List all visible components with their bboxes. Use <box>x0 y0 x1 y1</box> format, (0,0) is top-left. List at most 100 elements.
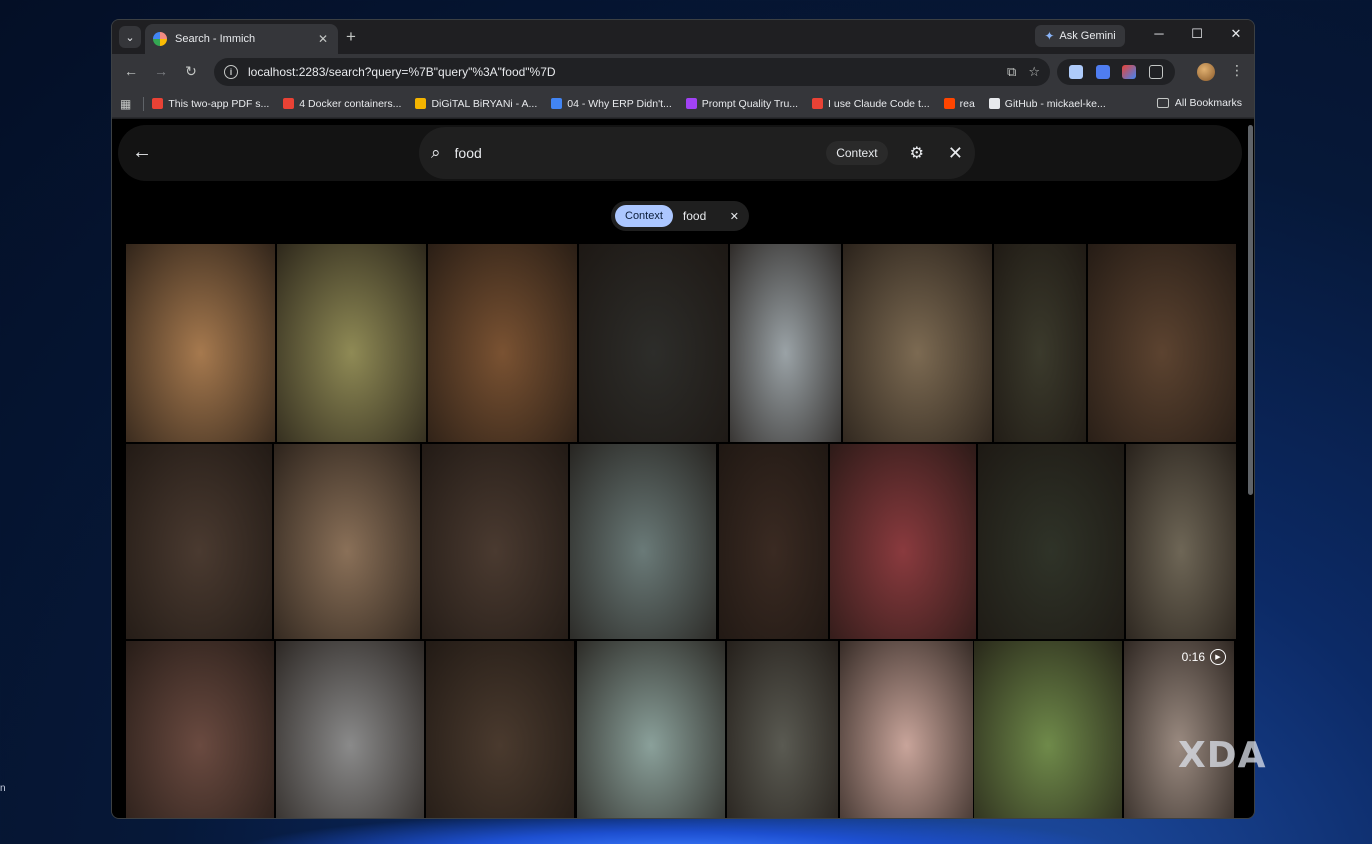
bookmark-favicon-icon <box>283 98 295 109</box>
photo-thumbnail[interactable] <box>978 444 1124 639</box>
site-info-icon[interactable]: i <box>224 65 238 79</box>
remove-filter-icon[interactable]: ✕ <box>730 210 739 223</box>
tab-strip: ⌄ Search - Immich ✕ + ✦ Ask Gemini ─ ☐ ✕ <box>112 20 1254 54</box>
install-app-icon[interactable]: ⧉ <box>1007 64 1016 80</box>
search-type-chip[interactable]: Context <box>826 141 888 165</box>
bookmark-item[interactable]: Prompt Quality Tru... <box>685 97 799 110</box>
photo-thumbnail[interactable] <box>428 244 577 442</box>
search-options-icon[interactable]: ⚙ <box>910 143 924 163</box>
window-close-icon[interactable]: ✕ <box>1226 26 1246 42</box>
bookmark-item[interactable]: DiGiTAL BiRYANi - A... <box>415 98 537 110</box>
filter-value: food <box>682 209 707 223</box>
bookmark-favicon-icon <box>551 98 563 109</box>
bookmark-label: DiGiTAL BiRYANi - A... <box>431 97 538 110</box>
photo-thumbnail[interactable] <box>577 641 725 818</box>
play-icon[interactable]: ▶ <box>1210 649 1226 665</box>
desktop-side-text: n <box>0 783 6 794</box>
photo-thumbnail[interactable] <box>730 244 841 442</box>
photo-thumbnail[interactable] <box>1088 244 1236 442</box>
bookmark-item[interactable]: GitHub - mickael-ke... <box>988 97 1106 110</box>
photo-thumbnail[interactable] <box>830 444 976 639</box>
photo-thumbnail[interactable] <box>843 244 992 442</box>
page-scrollbar[interactable] <box>1248 125 1253 495</box>
tab-close-icon[interactable]: ✕ <box>316 32 330 46</box>
photo-thumbnail[interactable] <box>277 244 426 442</box>
bookmark-favicon-icon <box>943 98 955 109</box>
bookmark-label: I use Claude Code t... <box>828 97 930 110</box>
search-app-bar: ← ⌕ Context ⚙ ✕ <box>118 125 1242 181</box>
minimize-icon[interactable]: ─ <box>1149 26 1169 41</box>
photo-thumbnail[interactable] <box>579 244 728 442</box>
back-icon[interactable]: ← <box>132 141 152 164</box>
bookmark-label: This two-app PDF s... <box>168 97 270 110</box>
photo-thumbnail[interactable] <box>422 444 568 639</box>
url-text[interactable]: localhost:2283/search?query=%7B"query"%3… <box>248 65 995 79</box>
clear-search-icon[interactable]: ✕ <box>948 143 963 164</box>
address-bar[interactable]: i localhost:2283/search?query=%7B"query"… <box>214 58 1050 86</box>
photo-thumbnail[interactable] <box>426 641 574 818</box>
bookmark-label: GitHub - mickael-ke... <box>1004 97 1106 110</box>
bookmark-item[interactable]: 4 Docker containers... <box>283 98 401 110</box>
folder-icon <box>1156 98 1169 108</box>
bookmark-label: 04 - Why ERP Didn't... <box>567 97 672 110</box>
ask-gemini-label: Ask Gemini <box>1059 30 1116 42</box>
ask-gemini-button[interactable]: ✦ Ask Gemini <box>1035 25 1125 47</box>
filter-type-label: Context <box>615 205 673 227</box>
bookmark-favicon-icon <box>415 98 427 109</box>
extension-shield-icon[interactable] <box>1095 65 1110 79</box>
bookmark-item[interactable]: 04 - Why ERP Didn't... <box>551 98 672 110</box>
bookmark-label: Prompt Quality Tru... <box>701 97 799 110</box>
active-filter-chip: Context food ✕ <box>611 201 749 231</box>
bookmark-favicon-icon <box>152 98 164 109</box>
photo-thumbnail[interactable] <box>1126 444 1236 639</box>
photo-thumbnail[interactable] <box>840 641 973 818</box>
photo-thumbnail[interactable] <box>727 641 838 818</box>
photo-thumbnail[interactable] <box>126 244 275 442</box>
extensions-area <box>1057 59 1175 85</box>
video-duration: 0:16 <box>1181 650 1205 664</box>
photo-thumbnail[interactable] <box>126 444 272 639</box>
browser-menu-icon[interactable]: ⋮ <box>1230 62 1244 79</box>
bookmark-item[interactable]: I use Claude Code t... <box>812 98 930 110</box>
photo-thumbnail[interactable] <box>719 444 828 639</box>
search-bar: ⌕ Context ⚙ ✕ <box>419 127 975 179</box>
photo-thumbnail[interactable]: 0:16 ▶ <box>1124 641 1234 818</box>
reload-icon[interactable]: ↻ <box>182 63 200 80</box>
browser-toolbar: ← → ↻ i localhost:2283/search?query=%7B"… <box>112 54 1254 90</box>
chevron-down-icon: ⌄ <box>125 31 135 44</box>
search-icon: ⌕ <box>431 143 441 162</box>
xda-watermark: XDA <box>1178 735 1267 776</box>
all-bookmarks-button[interactable]: All Bookmarks <box>1156 97 1242 109</box>
extensions-puzzle-icon[interactable] <box>1148 65 1163 79</box>
forward-arrow-icon[interactable]: → <box>152 63 170 79</box>
bookmark-label: 4 Docker containers... <box>299 97 402 110</box>
bookmark-favicon-icon <box>685 98 697 109</box>
browser-window: ⌄ Search - Immich ✕ + ✦ Ask Gemini ─ ☐ ✕… <box>111 19 1255 819</box>
immich-favicon-icon <box>153 32 167 46</box>
extension-cube-icon[interactable] <box>1122 65 1137 79</box>
bookmark-favicon-icon <box>988 98 1000 109</box>
bookmark-item[interactable]: This two-app PDF s... <box>152 98 269 110</box>
search-input[interactable] <box>454 145 827 161</box>
photo-thumbnail[interactable] <box>276 641 424 818</box>
profile-avatar[interactable] <box>1197 63 1215 81</box>
bookmark-label: rea <box>959 97 975 110</box>
bookmark-item[interactable]: rea <box>943 97 975 110</box>
maximize-icon[interactable]: ☐ <box>1187 26 1207 42</box>
bookmark-star-icon[interactable]: ☆ <box>1028 64 1040 80</box>
photo-thumbnail[interactable] <box>974 641 1122 818</box>
bookmark-favicon-icon <box>812 98 824 109</box>
back-arrow-icon[interactable]: ← <box>122 63 140 79</box>
tab-search-button[interactable]: ⌄ <box>119 26 141 48</box>
tab-immich-search[interactable]: Search - Immich ✕ <box>145 24 338 54</box>
photo-thumbnail[interactable] <box>274 444 420 639</box>
all-bookmarks-label: All Bookmarks <box>1174 97 1242 109</box>
bookmarks-bar: ▦ This two-app PDF s... 4 Docker containe… <box>112 90 1254 118</box>
photo-thumbnail[interactable] <box>126 641 274 818</box>
photo-thumbnail[interactable] <box>994 244 1086 442</box>
bookmarks-divider <box>143 96 145 111</box>
new-tab-button[interactable]: + <box>346 27 356 47</box>
apps-grid-icon[interactable]: ▦ <box>120 97 131 111</box>
extension-doc-icon[interactable] <box>1069 65 1084 79</box>
photo-thumbnail[interactable] <box>570 444 716 639</box>
